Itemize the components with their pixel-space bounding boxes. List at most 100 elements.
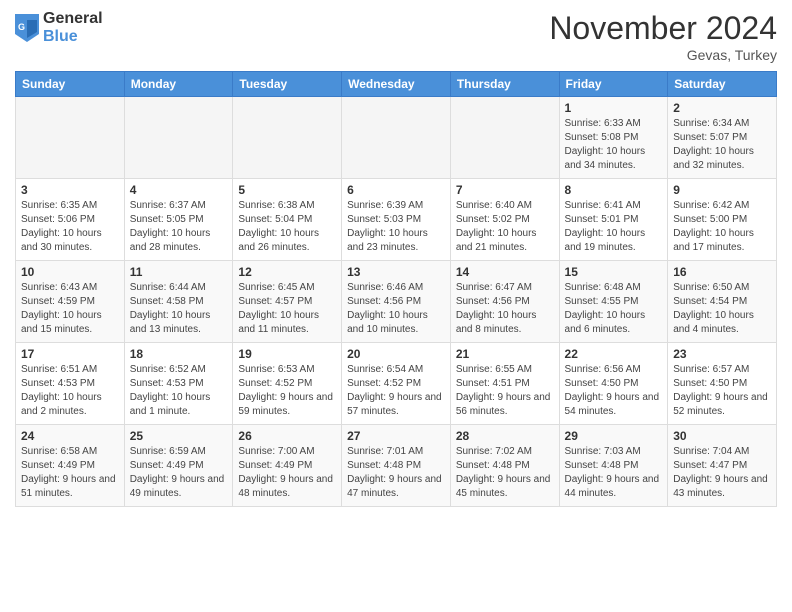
logo-text: General Blue [43,10,103,45]
calendar-cell: 12 Sunrise: 6:45 AM Sunset: 4:57 PM Dayli… [233,261,342,343]
day-info: Sunrise: 6:40 AM Sunset: 5:02 PM Dayligh… [456,199,554,255]
day-number: 30 [673,429,771,443]
day-number: 3 [21,183,119,197]
calendar-cell: 21 Sunrise: 6:55 AM Sunset: 4:51 PM Dayli… [450,343,559,425]
day-info: Sunrise: 6:41 AM Sunset: 5:01 PM Dayligh… [565,199,663,255]
day-number: 24 [21,429,119,443]
day-info: Sunrise: 6:59 AM Sunset: 4:49 PM Dayligh… [130,445,228,501]
day-info: Sunrise: 6:56 AM Sunset: 4:50 PM Dayligh… [565,363,663,419]
header: G General Blue November 2024 Gevas, Turk… [15,10,777,63]
day-info: Sunrise: 7:04 AM Sunset: 4:47 PM Dayligh… [673,445,771,501]
day-info: Sunrise: 6:55 AM Sunset: 4:51 PM Dayligh… [456,363,554,419]
day-number: 10 [21,265,119,279]
day-info: Sunrise: 6:37 AM Sunset: 5:05 PM Dayligh… [130,199,228,255]
calendar-cell: 8 Sunrise: 6:41 AM Sunset: 5:01 PM Daylig… [559,179,668,261]
day-number: 4 [130,183,228,197]
day-info: Sunrise: 6:35 AM Sunset: 5:06 PM Dayligh… [21,199,119,255]
day-number: 7 [456,183,554,197]
day-info: Sunrise: 6:46 AM Sunset: 4:56 PM Dayligh… [347,281,445,337]
calendar-cell: 3 Sunrise: 6:35 AM Sunset: 5:06 PM Daylig… [16,179,125,261]
col-sunday: Sunday [16,72,125,97]
day-info: Sunrise: 6:34 AM Sunset: 5:07 PM Dayligh… [673,117,771,173]
day-number: 15 [565,265,663,279]
calendar-cell: 16Sunrise: 6:50 AM Sunset: 4:54 PM Dayli… [668,261,777,343]
day-info: Sunrise: 6:54 AM Sunset: 4:52 PM Dayligh… [347,363,445,419]
day-info: Sunrise: 6:53 AM Sunset: 4:52 PM Dayligh… [238,363,336,419]
calendar-cell: 13 Sunrise: 6:46 AM Sunset: 4:56 PM Dayli… [342,261,451,343]
col-friday: Friday [559,72,668,97]
day-info: Sunrise: 6:33 AM Sunset: 5:08 PM Dayligh… [565,117,663,173]
calendar-cell: 20Sunrise: 6:54 AM Sunset: 4:52 PM Dayli… [342,343,451,425]
header-row: Sunday Monday Tuesday Wednesday Thursday… [16,72,777,97]
day-number: 28 [456,429,554,443]
calendar-cell: 17Sunrise: 6:51 AM Sunset: 4:53 PM Dayli… [16,343,125,425]
month-title: November 2024 [549,10,777,47]
day-info: Sunrise: 6:50 AM Sunset: 4:54 PM Dayligh… [673,281,771,337]
col-wednesday: Wednesday [342,72,451,97]
calendar-cell: 23 Sunrise: 6:57 AM Sunset: 4:50 PM Dayli… [668,343,777,425]
day-number: 22 [565,347,663,361]
calendar-cell: 15 Sunrise: 6:48 AM Sunset: 4:55 PM Dayli… [559,261,668,343]
svg-text:G: G [18,22,25,32]
calendar-cell: 9Sunrise: 6:42 AM Sunset: 5:00 PM Daylig… [668,179,777,261]
day-number: 13 [347,265,445,279]
day-number: 17 [21,347,119,361]
day-info: Sunrise: 6:47 AM Sunset: 4:56 PM Dayligh… [456,281,554,337]
day-info: Sunrise: 6:38 AM Sunset: 5:04 PM Dayligh… [238,199,336,255]
day-number: 18 [130,347,228,361]
day-number: 9 [673,183,771,197]
day-info: Sunrise: 7:02 AM Sunset: 4:48 PM Dayligh… [456,445,554,501]
day-number: 25 [130,429,228,443]
calendar-cell: 19 Sunrise: 6:53 AM Sunset: 4:52 PM Dayli… [233,343,342,425]
calendar-cell: 29Sunrise: 7:03 AM Sunset: 4:48 PM Dayli… [559,425,668,507]
calendar-cell: 7 Sunrise: 6:40 AM Sunset: 5:02 PM Daylig… [450,179,559,261]
day-number: 27 [347,429,445,443]
title-block: November 2024 Gevas, Turkey [549,10,777,63]
calendar-cell: 28 Sunrise: 7:02 AM Sunset: 4:48 PM Dayli… [450,425,559,507]
logo-icon: G [15,14,39,42]
day-info: Sunrise: 6:45 AM Sunset: 4:57 PM Dayligh… [238,281,336,337]
day-number: 23 [673,347,771,361]
calendar-cell: 6 Sunrise: 6:39 AM Sunset: 5:03 PM Daylig… [342,179,451,261]
day-number: 12 [238,265,336,279]
day-info: Sunrise: 6:57 AM Sunset: 4:50 PM Dayligh… [673,363,771,419]
calendar-cell: 25 Sunrise: 6:59 AM Sunset: 4:49 PM Dayli… [124,425,233,507]
day-info: Sunrise: 6:48 AM Sunset: 4:55 PM Dayligh… [565,281,663,337]
logo-blue-text: Blue [43,28,103,46]
logo: G General Blue [15,10,103,45]
calendar-cell: 22 Sunrise: 6:56 AM Sunset: 4:50 PM Dayli… [559,343,668,425]
calendar-cell: 18Sunrise: 6:52 AM Sunset: 4:53 PM Dayli… [124,343,233,425]
day-number: 14 [456,265,554,279]
day-number: 29 [565,429,663,443]
day-number: 21 [456,347,554,361]
calendar-cell: 26Sunrise: 7:00 AM Sunset: 4:49 PM Dayli… [233,425,342,507]
calendar-body: 1Sunrise: 6:33 AM Sunset: 5:08 PM Daylig… [16,97,777,507]
day-number: 8 [565,183,663,197]
calendar-cell [16,97,125,179]
calendar-cell [342,97,451,179]
calendar-cell [450,97,559,179]
col-tuesday: Tuesday [233,72,342,97]
location: Gevas, Turkey [549,47,777,63]
calendar-cell: 30 Sunrise: 7:04 AM Sunset: 4:47 PM Dayli… [668,425,777,507]
day-info: Sunrise: 6:39 AM Sunset: 5:03 PM Dayligh… [347,199,445,255]
calendar-cell: 4 Sunrise: 6:37 AM Sunset: 5:05 PM Daylig… [124,179,233,261]
day-info: Sunrise: 7:00 AM Sunset: 4:49 PM Dayligh… [238,445,336,501]
calendar-cell: 10Sunrise: 6:43 AM Sunset: 4:59 PM Dayli… [16,261,125,343]
calendar-cell: 11 Sunrise: 6:44 AM Sunset: 4:58 PM Dayli… [124,261,233,343]
day-info: Sunrise: 6:58 AM Sunset: 4:49 PM Dayligh… [21,445,119,501]
day-number: 19 [238,347,336,361]
day-info: Sunrise: 6:44 AM Sunset: 4:58 PM Dayligh… [130,281,228,337]
day-info: Sunrise: 7:01 AM Sunset: 4:48 PM Dayligh… [347,445,445,501]
col-thursday: Thursday [450,72,559,97]
day-number: 5 [238,183,336,197]
calendar-cell [233,97,342,179]
calendar-week-4: 17Sunrise: 6:51 AM Sunset: 4:53 PM Dayli… [16,343,777,425]
day-number: 6 [347,183,445,197]
day-number: 11 [130,265,228,279]
col-saturday: Saturday [668,72,777,97]
calendar-cell [124,97,233,179]
col-monday: Monday [124,72,233,97]
calendar-week-1: 1Sunrise: 6:33 AM Sunset: 5:08 PM Daylig… [16,97,777,179]
calendar-week-2: 3 Sunrise: 6:35 AM Sunset: 5:06 PM Daylig… [16,179,777,261]
